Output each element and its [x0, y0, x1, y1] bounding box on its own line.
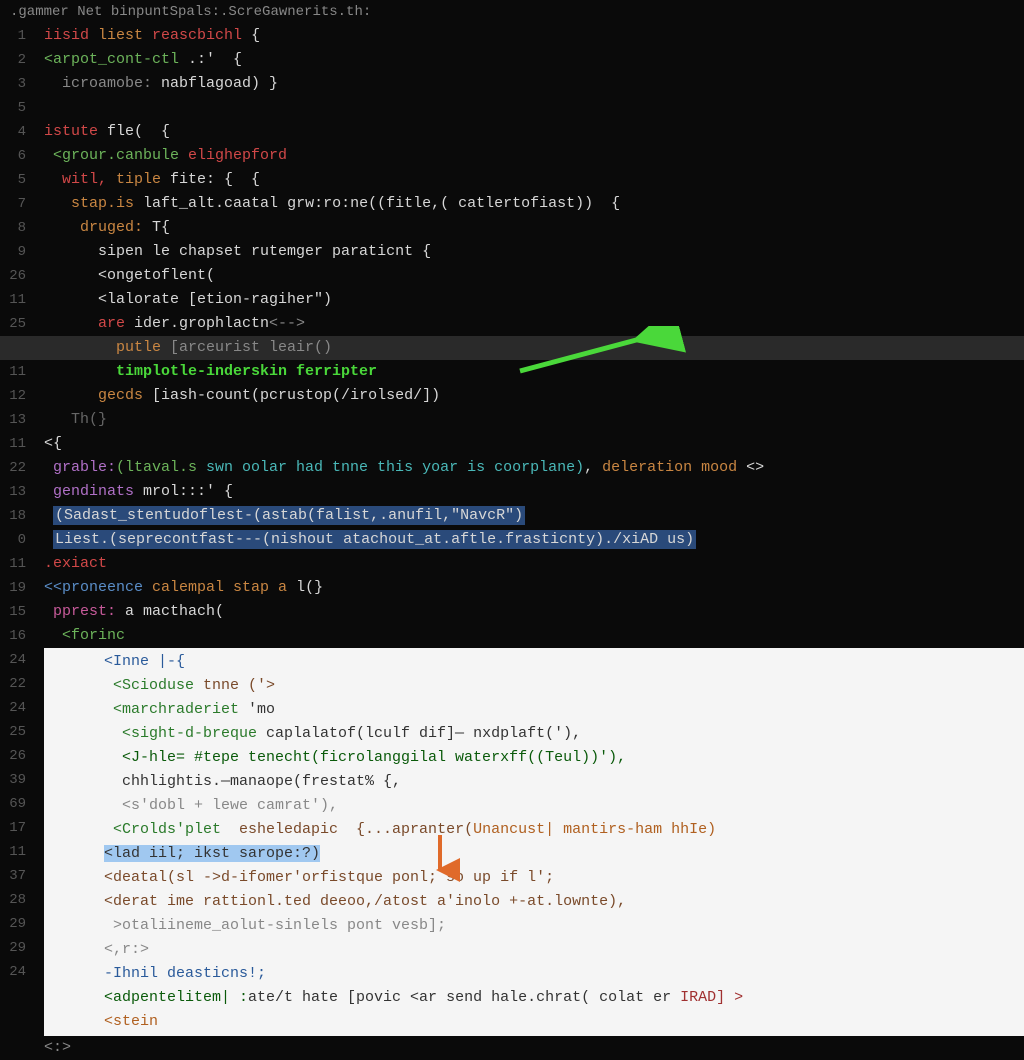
line-number: 28 — [0, 888, 26, 912]
line-number: 18 — [0, 504, 26, 528]
code-line[interactable]: Th(} — [44, 408, 1024, 432]
line-number: 39 — [0, 768, 26, 792]
code-editor[interactable]: 1235465789261125231112131122131801119151… — [0, 24, 1024, 1060]
code-line[interactable]: stap.is laft_alt.caatal grw:ro:ne((fitle… — [44, 192, 1024, 216]
code-line[interactable]: <Inne |-{ — [104, 650, 1024, 674]
line-number: 4 — [0, 120, 26, 144]
code-line[interactable]: timplotle-inderskin ferripter — [44, 360, 1024, 384]
code-line[interactable]: <sight-d-breque caplalatof(lculf dif]— n… — [104, 722, 1024, 746]
code-line[interactable]: pprest: a macthach( — [44, 600, 1024, 624]
line-number: 5 — [0, 96, 26, 120]
code-line[interactable]: gendinats mrol:::' { — [44, 480, 1024, 504]
code-line[interactable]: <J-hle= #tepe tenecht(ficrolanggilal wat… — [104, 746, 1024, 770]
line-number: 12 — [0, 384, 26, 408]
code-line[interactable]: <forinc — [44, 624, 1024, 648]
code-line[interactable]: putle [arceurist leair() — [0, 336, 1024, 360]
line-number: 37 — [0, 864, 26, 888]
line-number: 11 — [0, 552, 26, 576]
line-number — [0, 984, 26, 1008]
line-number: 11 — [0, 432, 26, 456]
line-number: 69 — [0, 792, 26, 816]
line-number: 22 — [0, 672, 26, 696]
code-line[interactable]: sipen le chapset rutemger paraticnt { — [44, 240, 1024, 264]
line-number: 29 — [0, 936, 26, 960]
code-line[interactable] — [44, 96, 1024, 120]
code-line[interactable]: (Sadast_stentudoflest-(astab(falist,.anu… — [44, 504, 1024, 528]
code-line[interactable]: witl, tiple fite: { { — [44, 168, 1024, 192]
code-line[interactable]: <stein — [104, 1010, 1024, 1034]
line-number: 24 — [0, 696, 26, 720]
line-number: 19 — [0, 576, 26, 600]
line-number: 15 — [0, 600, 26, 624]
line-number: 29 — [0, 912, 26, 936]
line-number: 2 — [0, 48, 26, 72]
line-number — [0, 1008, 26, 1032]
line-number: 0 — [0, 528, 26, 552]
code-line[interactable]: <derat ime rattionl.ted deeoo,/atost a'i… — [104, 890, 1024, 914]
code-line[interactable]: icroamobe: nabflagoad) } — [44, 72, 1024, 96]
code-area[interactable]: iisid liest reascbichl {<arpot_cont-ctl … — [44, 24, 1024, 1060]
line-number: 24 — [0, 648, 26, 672]
code-line[interactable]: <adpentelitem| :ate/t hate [povic <ar se… — [104, 986, 1024, 1010]
line-number: 8 — [0, 216, 26, 240]
line-number: 3 — [0, 72, 26, 96]
code-line[interactable]: -Ihnil deasticns!; — [104, 962, 1024, 986]
line-number: 11 — [0, 360, 26, 384]
line-number: 13 — [0, 480, 26, 504]
line-number: 5 — [0, 168, 26, 192]
line-number: 24 — [0, 960, 26, 984]
code-line[interactable]: <,r:> — [104, 938, 1024, 962]
line-number: 25 — [0, 720, 26, 744]
code-line[interactable]: >otaliineme_aolut-sinlels pont vesb]; — [104, 914, 1024, 938]
code-line[interactable]: <<proneence calempal stap a l(} — [44, 576, 1024, 600]
code-line[interactable]: are ider.grophlactn<--> — [44, 312, 1024, 336]
code-line[interactable]: istute fle( { — [44, 120, 1024, 144]
code-line[interactable]: .exiact — [44, 552, 1024, 576]
code-line[interactable]: <{ — [44, 432, 1024, 456]
code-line[interactable]: <marchraderiet 'mo — [104, 698, 1024, 722]
code-line[interactable]: <grour.canbule elighepford — [44, 144, 1024, 168]
code-line[interactable]: <arpot_cont-ctl .:' { — [44, 48, 1024, 72]
window-title: .gammer Net binpuntSpals:.ScreGawnerits.… — [10, 4, 371, 20]
line-number: 7 — [0, 192, 26, 216]
title-bar: .gammer Net binpuntSpals:.ScreGawnerits.… — [0, 0, 1024, 24]
code-line[interactable]: Liest.(seprecontfast---(nishout atachout… — [44, 528, 1024, 552]
line-number: 26 — [0, 264, 26, 288]
code-line[interactable]: <lalorate [etion-ragiher") — [44, 288, 1024, 312]
line-number: 16 — [0, 624, 26, 648]
line-gutter: 1235465789261125231112131122131801119151… — [0, 24, 34, 1056]
code-line[interactable]: <lad iil; ikst sarope:?) — [104, 842, 1024, 866]
highlighted-panel[interactable]: <Inne |-{ <Scioduse tnne ('> <marchrader… — [44, 648, 1024, 1036]
code-line[interactable]: grable:(ltaval.s swn oolar had tnne this… — [44, 456, 1024, 480]
code-line[interactable]: <:> — [44, 1036, 1024, 1060]
line-number: 6 — [0, 144, 26, 168]
line-number: 17 — [0, 816, 26, 840]
line-number: 11 — [0, 840, 26, 864]
code-line[interactable]: <Crolds'plet esheledapic {...apranter(Un… — [104, 818, 1024, 842]
line-number: 1 — [0, 24, 26, 48]
line-number: 11 — [0, 288, 26, 312]
code-line[interactable]: gecds [iash-count(pcrustop(/irolsed/]) — [44, 384, 1024, 408]
line-number: 25 — [0, 312, 26, 336]
line-number: 9 — [0, 240, 26, 264]
code-line[interactable]: <deatal(sl ->d-ifomer'orfistque ponl; so… — [104, 866, 1024, 890]
code-line[interactable]: chhlightis.—manaope(frestat% {, — [104, 770, 1024, 794]
code-line[interactable]: iisid liest reascbichl { — [44, 24, 1024, 48]
line-number — [0, 1032, 26, 1056]
line-number: 13 — [0, 408, 26, 432]
code-line[interactable]: <Scioduse tnne ('> — [104, 674, 1024, 698]
code-line[interactable]: <s'dobl + lewe camrat'), — [104, 794, 1024, 818]
code-line[interactable]: druged: T{ — [44, 216, 1024, 240]
line-number: 22 — [0, 456, 26, 480]
code-line[interactable]: <ongetoflent( — [44, 264, 1024, 288]
line-number: 26 — [0, 744, 26, 768]
